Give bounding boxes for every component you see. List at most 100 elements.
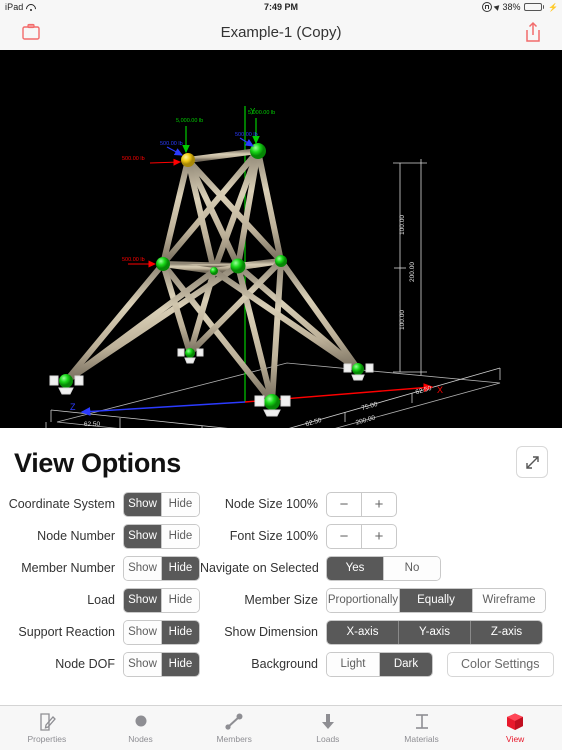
- battery-icon: [523, 3, 545, 11]
- status-bar-right: 38% ⚡: [481, 2, 558, 12]
- tab-label-nodes: Nodes: [128, 734, 153, 744]
- panel-title: View Options: [14, 448, 181, 478]
- briefcase-icon[interactable]: [18, 21, 44, 43]
- decrement-font-size-100-button[interactable]: −: [327, 524, 362, 548]
- increment-font-size-100-button[interactable]: +: [362, 525, 396, 548]
- segment-navigate-on-selected-no[interactable]: No: [384, 556, 440, 580]
- option-label-show-dimension: Show Dimension: [224, 625, 318, 639]
- segment-show-dimension-z-axis[interactable]: Z-axis: [471, 620, 542, 644]
- segment-support-reaction-show[interactable]: Show: [124, 620, 162, 644]
- tab-view[interactable]: View: [468, 706, 562, 750]
- axis-z-label: Z: [70, 402, 76, 412]
- segment-node-dof-show[interactable]: Show: [124, 652, 162, 676]
- segment-member-size-proportionally[interactable]: Proportionally: [327, 588, 400, 612]
- segment-background-light[interactable]: Light: [327, 652, 380, 676]
- node: [59, 374, 73, 388]
- segment-show-dimension-y-axis[interactable]: Y-axis: [399, 620, 471, 644]
- option-row-navigate-on-selected: Navigate on Selected Yes No: [200, 552, 562, 584]
- view-cube-icon: [505, 712, 525, 732]
- option-row-font-size-100: Font Size 100% − +: [200, 520, 562, 552]
- rotation-lock-icon: [481, 2, 492, 12]
- segmented-coordinate-system[interactable]: Show Hide: [123, 491, 200, 517]
- segmented-load[interactable]: Show Hide: [123, 587, 200, 613]
- option-label-node-size-100: Node Size 100%: [224, 497, 318, 511]
- segment-coordinate-system-hide[interactable]: Hide: [162, 492, 199, 516]
- option-row-load: Load Show Hide: [0, 584, 200, 616]
- segment-node-number-hide[interactable]: Hide: [162, 524, 199, 548]
- segment-coordinate-system-show[interactable]: Show: [124, 492, 162, 516]
- dim-z: 75.00: [361, 401, 379, 412]
- segmented-show-dimension[interactable]: X-axis Y-axis Z-axis: [326, 619, 543, 645]
- segment-member-number-hide[interactable]: Hide: [162, 556, 199, 580]
- segmented-support-reaction[interactable]: Show Hide: [123, 619, 200, 645]
- segment-load-show[interactable]: Show: [124, 588, 162, 612]
- option-label-support-reaction: Support Reaction: [18, 625, 115, 639]
- model-viewport-3d[interactable]: Y X Z 5,000.00 lb 5,000.00 lb 500.00 lb …: [0, 50, 562, 428]
- decrement-node-size-100-button[interactable]: −: [327, 492, 362, 516]
- segmented-background[interactable]: Light Dark: [326, 651, 433, 677]
- increment-node-size-100-button[interactable]: +: [362, 493, 396, 516]
- option-row-show-dimension: Show Dimension X-axis Y-axis Z-axis: [200, 616, 562, 648]
- tab-members[interactable]: Members: [187, 706, 281, 750]
- load-arrow-down-icon: [318, 712, 338, 732]
- segmented-member-size[interactable]: Proportionally Equally Wireframe: [326, 587, 546, 613]
- charging-bolt-icon: ⚡: [548, 2, 558, 12]
- tab-label-materials: Materials: [404, 734, 439, 744]
- segment-load-hide[interactable]: Hide: [162, 588, 199, 612]
- segment-member-number-show[interactable]: Show: [124, 556, 162, 580]
- materials-ibeam-icon: [412, 712, 432, 732]
- node: [264, 394, 280, 410]
- dim-vertical: 100.00: [399, 310, 406, 330]
- dim-x: 62.50: [84, 421, 101, 428]
- truss-model-svg[interactable]: Y X Z 5,000.00 lb 5,000.00 lb 500.00 lb …: [0, 50, 562, 428]
- status-bar: iPad 7:49 PM 38% ⚡: [0, 0, 562, 14]
- color-settings-button[interactable]: Color Settings: [447, 651, 554, 677]
- options-column-right: Node Size 100% − + Font Size 100% − + Navigate…: [200, 488, 562, 680]
- tab-nodes[interactable]: Nodes: [94, 706, 188, 750]
- node: [275, 255, 287, 267]
- segment-member-size-wireframe[interactable]: Wireframe: [473, 588, 545, 612]
- segment-member-size-equally[interactable]: Equally: [400, 588, 473, 612]
- view-options-panel: View Options Coordinate System Show Hide No…: [0, 428, 562, 706]
- expand-diagonal-icon[interactable]: [516, 446, 548, 478]
- load-label: 5,000.00 lb: [176, 118, 203, 124]
- segment-node-dof-hide[interactable]: Hide: [162, 652, 199, 676]
- node: [230, 258, 246, 274]
- load-label: 5,000.00 lb: [248, 110, 275, 116]
- option-row-coordinate-system: Coordinate System Show Hide: [0, 488, 200, 520]
- tab-label-members: Members: [216, 734, 252, 744]
- option-label-member-number: Member Number: [21, 561, 115, 575]
- segment-background-dark[interactable]: Dark: [380, 652, 432, 676]
- option-row-support-reaction: Support Reaction Show Hide: [0, 616, 200, 648]
- tab-properties[interactable]: Properties: [0, 706, 94, 750]
- option-label-coordinate-system: Coordinate System: [8, 497, 115, 511]
- stepper-node-size-100[interactable]: − +: [326, 491, 397, 517]
- share-icon[interactable]: [522, 20, 544, 44]
- segmented-node-number[interactable]: Show Hide: [123, 523, 200, 549]
- segmented-navigate-on-selected[interactable]: Yes No: [326, 555, 441, 581]
- segmented-member-number[interactable]: Show Hide: [123, 555, 200, 581]
- segment-show-dimension-x-axis[interactable]: X-axis: [327, 620, 399, 644]
- option-row-node-dof: Node DOF Show Hide: [0, 648, 200, 680]
- segment-navigate-on-selected-yes[interactable]: Yes: [327, 556, 384, 580]
- truss-members: [63, 148, 361, 405]
- dim-vertical: 100.00: [399, 215, 406, 235]
- navigation-bar: Example-1 (Copy): [0, 14, 562, 51]
- segment-node-number-show[interactable]: Show: [124, 524, 162, 548]
- segmented-node-dof[interactable]: Show Hide: [123, 651, 200, 677]
- node: [185, 348, 195, 358]
- option-row-node-size-100: Node Size 100% − +: [200, 488, 562, 520]
- location-arrow-icon: [493, 3, 501, 11]
- load-label: 500.00 lb: [122, 156, 145, 162]
- dim-z: 62.50: [305, 417, 323, 428]
- tab-materials[interactable]: Materials: [375, 706, 469, 750]
- segment-support-reaction-hide[interactable]: Hide: [162, 620, 199, 644]
- stepper-font-size-100[interactable]: − +: [326, 523, 397, 549]
- tab-loads[interactable]: Loads: [281, 706, 375, 750]
- option-label-background: Background: [251, 657, 318, 671]
- properties-edit-icon: [37, 712, 57, 732]
- tab-label-view: View: [506, 734, 525, 744]
- dim-z: 62.50: [415, 385, 433, 396]
- tab-label-properties: Properties: [27, 734, 67, 744]
- axis-x-label: X: [437, 385, 443, 395]
